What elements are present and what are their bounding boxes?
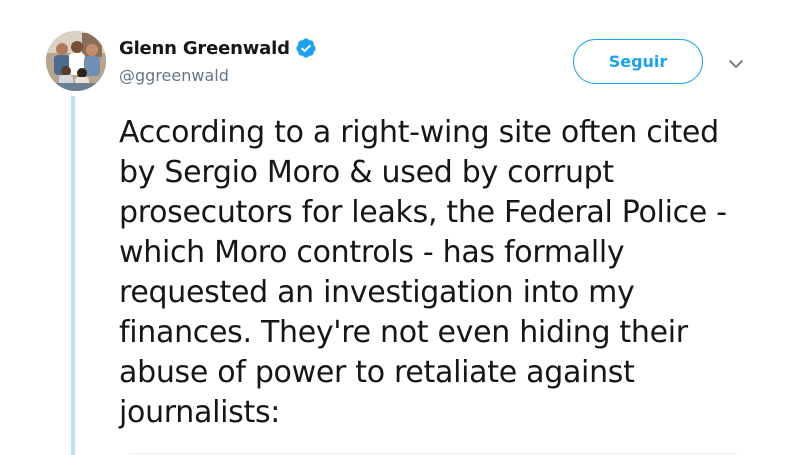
verified-badge-icon [295, 37, 317, 59]
avatar-photo-icon [46, 31, 106, 91]
thread-line [71, 96, 75, 455]
tweet-text-line: by Sergio Moro & used by corrupt [119, 155, 614, 190]
avatar[interactable] [46, 31, 106, 91]
display-name[interactable]: Glenn Greenwald [119, 38, 290, 59]
user-info[interactable]: Glenn Greenwald @ggreenwald [119, 35, 317, 85]
tweet-text-line: abuse of power to retaliate against [119, 355, 635, 390]
name-row: Glenn Greenwald [119, 35, 317, 61]
tweet-text: According to a right-wing site often cit… [119, 113, 779, 433]
follow-button[interactable]: Seguir [573, 39, 703, 84]
user-handle[interactable]: @ggreenwald [119, 66, 317, 85]
tweet-text-line: which Moro controls - has formally [119, 235, 625, 270]
chevron-down-icon[interactable] [726, 56, 746, 70]
tweet-text-line: finances. They're not even hiding their [119, 315, 688, 350]
tweet-text-line: requested an investigation into my [119, 275, 635, 310]
tweet-text-line: prosecutors for leaks, the Federal Polic… [119, 195, 727, 230]
tweet-card: Glenn Greenwald @ggreenwald Seguir Accor… [0, 0, 793, 455]
embedded-card-top-border [129, 453, 737, 454]
tweet-text-line: According to a right-wing site often cit… [119, 115, 719, 150]
tweet-text-line: journalists: [119, 395, 281, 430]
